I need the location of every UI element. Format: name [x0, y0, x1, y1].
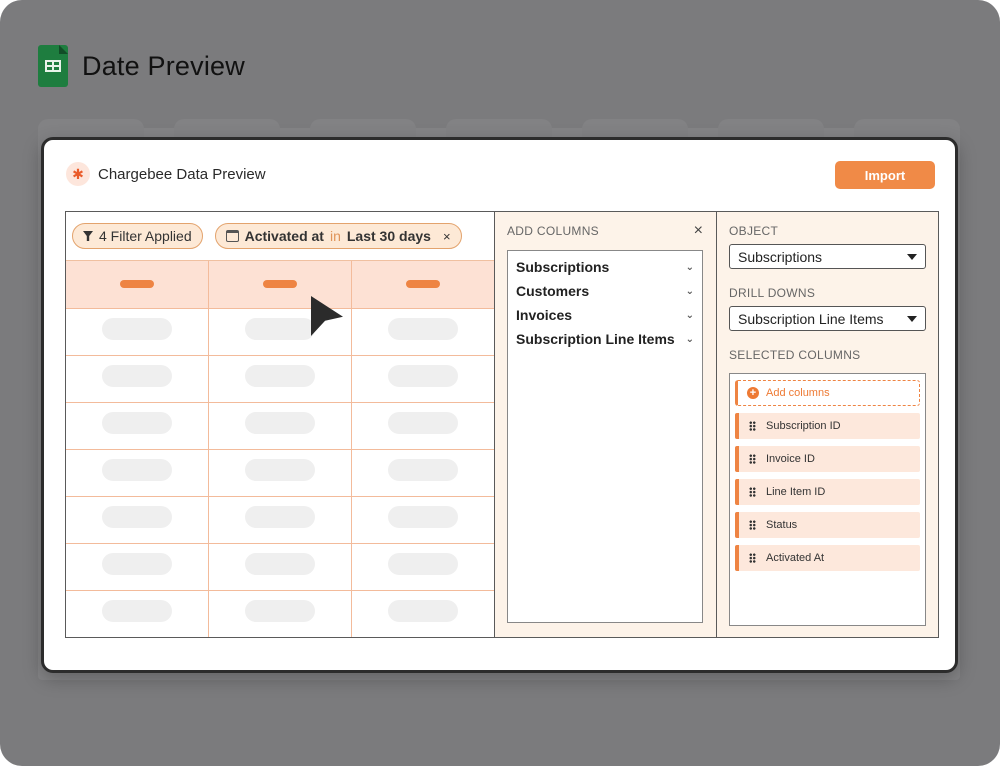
table-cell [66, 354, 209, 403]
filter-count-chip[interactable]: 4 Filter Applied [72, 223, 203, 249]
list-item-invoices[interactable]: Invoices ⌄ [508, 303, 702, 327]
plus-circle-icon: + [747, 387, 759, 399]
table-cell [351, 307, 494, 356]
table-cell [207, 401, 353, 450]
selected-column-item[interactable]: Line Item ID [735, 479, 920, 505]
chevron-down-icon: ⌄ [685, 285, 694, 297]
date-filter-chip[interactable]: Activated at in Last 30 days × [214, 223, 462, 249]
data-preview-modal: ✱ Chargebee Data Preview Import 4 Filter… [41, 137, 958, 673]
table-header-cell [66, 261, 209, 309]
table-cell [66, 401, 209, 450]
date-filter-field: Activated at [244, 228, 324, 244]
drag-handle-icon[interactable] [749, 520, 756, 530]
drag-handle-icon[interactable] [749, 454, 756, 464]
date-filter-operator: in [329, 228, 341, 244]
table-header-cell [207, 261, 353, 309]
selected-column-item[interactable]: Invoice ID [735, 446, 920, 472]
date-filter-range: Last 30 days [346, 228, 431, 244]
table-cell [351, 542, 494, 591]
table-cell [351, 495, 494, 544]
preview-table [66, 261, 494, 637]
add-columns-button[interactable]: + Add columns [735, 380, 920, 406]
screen-background: Date Preview ✱ Chargebee Data Preview Im… [0, 0, 1000, 766]
table-row [66, 448, 494, 497]
drilldowns-label: DRILL DOWNS [729, 286, 816, 300]
filter-icon [83, 231, 93, 241]
close-icon[interactable]: × [694, 222, 703, 240]
caret-down-icon [907, 253, 917, 260]
table-cell [351, 589, 494, 637]
table-row [66, 589, 494, 637]
list-item-subscriptions[interactable]: Subscriptions ⌄ [508, 255, 702, 279]
app-title: Date Preview [82, 50, 245, 81]
import-button[interactable]: Import [835, 161, 935, 189]
table-cell [351, 354, 494, 403]
drilldowns-select-value: Subscription Line Items [738, 310, 884, 327]
table-cell [66, 448, 209, 497]
app-header: Date Preview [38, 45, 245, 87]
object-select-value: Subscriptions [738, 248, 823, 265]
chevron-down-icon: ⌄ [685, 261, 694, 273]
caret-down-icon [907, 315, 917, 322]
add-columns-title: ADD COLUMNS [507, 224, 599, 238]
add-columns-panel: ADD COLUMNS × Subscriptions ⌄ Customers ⌄ … [495, 212, 717, 637]
table-preview: 4 Filter Applied Activated at in Last 30… [66, 212, 495, 637]
drag-handle-icon[interactable] [749, 487, 756, 497]
table-cell [207, 542, 353, 591]
table-row [66, 307, 494, 356]
selected-columns-label: SELECTED COLUMNS [729, 348, 861, 362]
table-cell [351, 401, 494, 450]
drag-handle-icon[interactable] [749, 553, 756, 563]
close-icon[interactable]: × [443, 229, 451, 244]
table-cell [207, 589, 353, 637]
table-row [66, 401, 494, 450]
table-cell [207, 495, 353, 544]
chevron-down-icon: ⌄ [685, 333, 694, 345]
chevron-down-icon: ⌄ [685, 309, 694, 321]
table-cell [66, 495, 209, 544]
object-label: OBJECT [729, 224, 779, 238]
table-cell [66, 307, 209, 356]
list-item-customers[interactable]: Customers ⌄ [508, 279, 702, 303]
modal-title: Chargebee Data Preview [98, 165, 266, 183]
filter-count-label: 4 Filter Applied [99, 228, 192, 244]
list-item-subscription-line-items[interactable]: Subscription Line Items ⌄ [508, 327, 702, 351]
table-cell [66, 542, 209, 591]
filter-bar: 4 Filter Applied Activated at in Last 30… [66, 212, 494, 261]
table-cell [66, 589, 209, 637]
table-cell [351, 448, 494, 497]
table-cell [207, 354, 353, 403]
config-panel: OBJECT Subscriptions DRILL DOWNS Subscri… [717, 212, 938, 637]
google-sheets-icon [38, 45, 68, 87]
table-cell [207, 448, 353, 497]
selected-columns-list: + Add columns Subscription ID Invoice ID… [729, 373, 926, 626]
add-columns-list: Subscriptions ⌄ Customers ⌄ Invoices ⌄ Subs… [507, 250, 703, 623]
selected-column-item[interactable]: Subscription ID [735, 413, 920, 439]
selected-column-item[interactable]: Status [735, 512, 920, 538]
table-header-row [66, 261, 494, 309]
calendar-icon [225, 230, 239, 242]
table-row [66, 542, 494, 591]
table-row [66, 354, 494, 403]
preview-panel: 4 Filter Applied Activated at in Last 30… [65, 211, 939, 638]
table-header-cell [351, 261, 494, 309]
chargebee-logo-icon: ✱ [66, 162, 90, 186]
modal-header: ✱ Chargebee Data Preview [66, 162, 266, 186]
selected-column-item[interactable]: Activated At [735, 545, 920, 571]
drilldowns-select[interactable]: Subscription Line Items [729, 306, 926, 331]
table-row [66, 495, 494, 544]
object-select[interactable]: Subscriptions [729, 244, 926, 269]
add-columns-label: Add columns [766, 387, 830, 399]
drag-handle-icon[interactable] [749, 421, 756, 431]
